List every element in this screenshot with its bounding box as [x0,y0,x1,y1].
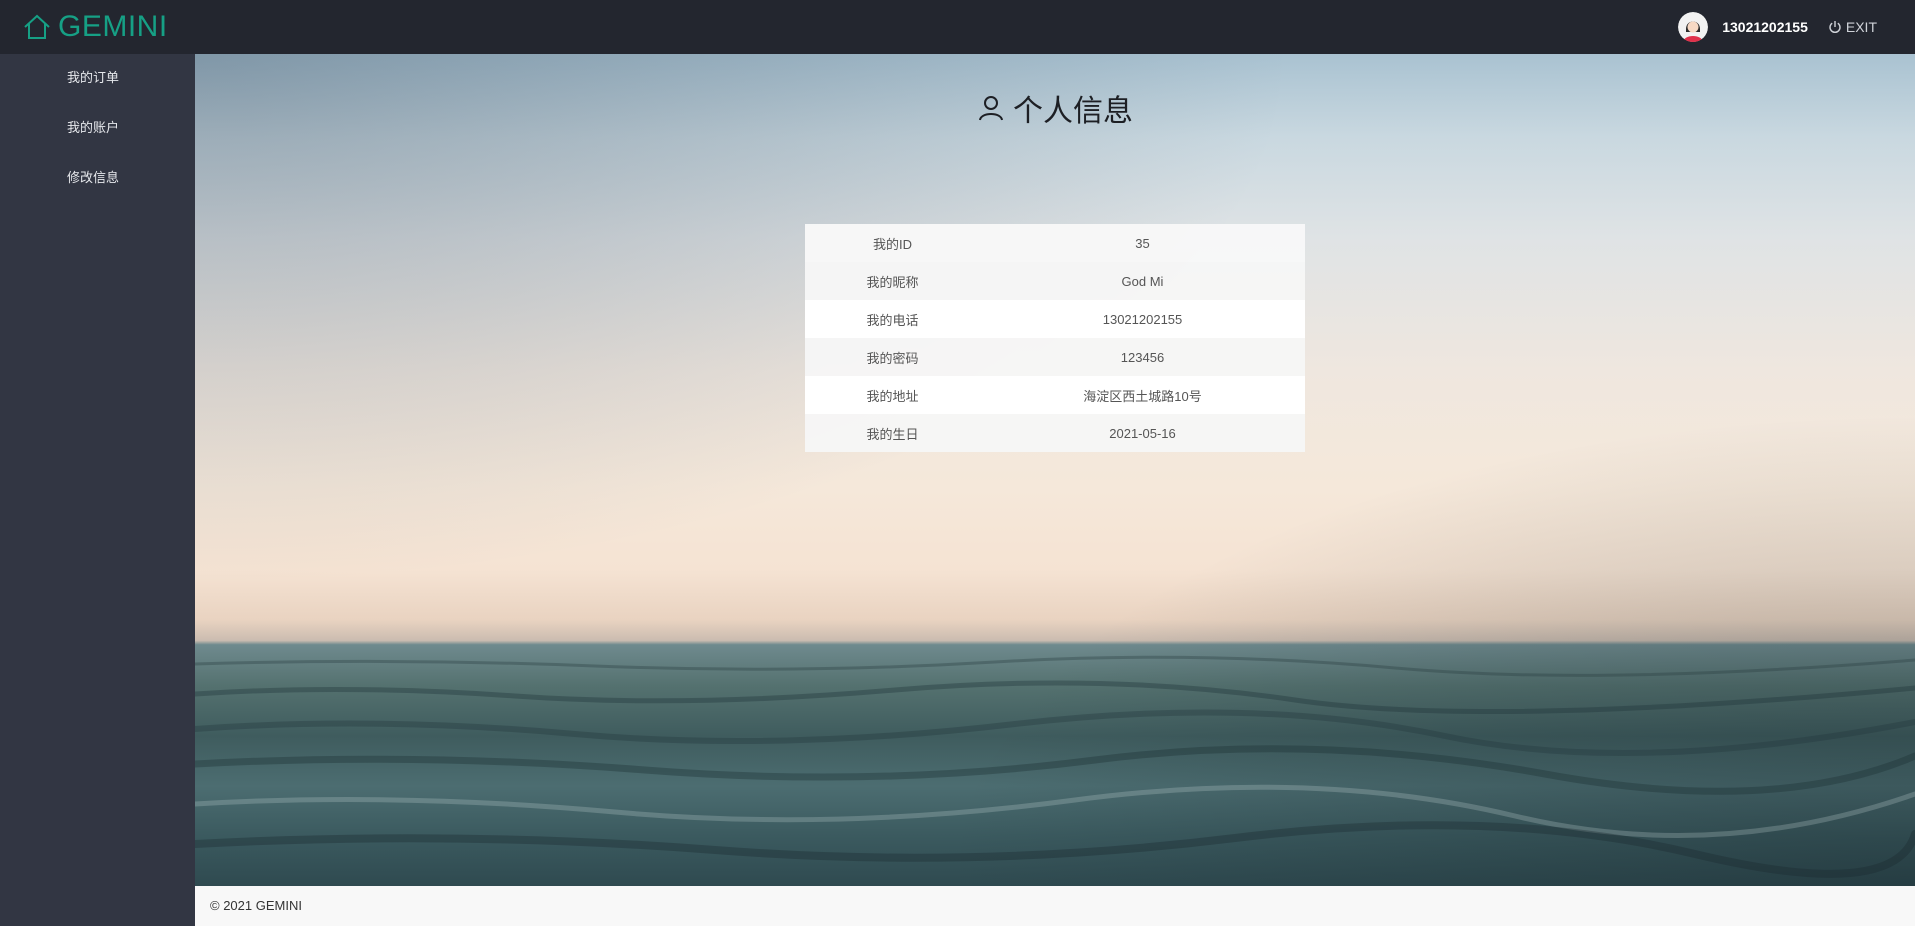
home-icon [24,14,50,39]
row-value: 13021202155 [1102,311,1183,327]
row-key: 我的ID [872,236,912,252]
brand-link[interactable]: GEMINI [22,8,168,46]
table-row: 我的ID 35 [805,224,1305,262]
page-title: 个人信息 [195,86,1915,130]
avatar[interactable] [1678,12,1709,42]
main-content: 个人信息 我的ID 35 我的昵称 God Mi 我的电话 1302120215… [195,54,1915,886]
profile-info-table: 我的ID 35 我的昵称 God Mi 我的电话 13021202155 我的密… [805,224,1305,452]
sidebar-item-account[interactable]: 我的账户 [0,104,195,154]
exit-label: EXIT [1845,19,1877,35]
row-key: 我的昵称 [866,274,919,290]
row-value: God Mi [1121,273,1164,289]
sidebar: 我的订单 我的账户 修改信息 [0,54,195,926]
table-row: 我的生日 2021-05-16 [805,414,1305,452]
row-value: 海淀区西土城路10号 [1083,388,1202,404]
row-value: 2021-05-16 [1109,425,1176,441]
top-navbar: GEMINI 13021202155 EXIT [0,0,1915,54]
power-icon [1829,21,1841,34]
page-title-text: 个人信息 [1013,94,1133,129]
row-value: 35 [1135,235,1150,251]
ocean-background [195,655,1915,878]
user-icon [979,96,1003,121]
row-key: 我的电话 [866,312,919,328]
username[interactable]: 13021202155 [1722,19,1808,35]
row-key: 我的生日 [866,426,919,442]
footer: © 2021 GEMINI [195,886,1915,926]
table-row: 我的昵称 God Mi [805,262,1305,300]
table-row: 我的地址 海淀区西土城路10号 [805,376,1305,414]
row-value: 123456 [1120,349,1165,365]
row-key: 我的密码 [866,350,919,366]
brand-name: GEMINI [58,10,168,43]
exit-button[interactable]: EXIT [1828,19,1877,35]
table-row: 我的电话 13021202155 [805,300,1305,338]
user-area: 13021202155 EXIT [1678,10,1877,44]
table-row: 我的密码 123456 [805,338,1305,376]
copyright-text: © 2021 GEMINI [210,898,302,913]
sidebar-item-orders[interactable]: 我的订单 [0,54,195,104]
row-key: 我的地址 [866,388,919,404]
sidebar-item-edit-info[interactable]: 修改信息 [0,154,195,204]
